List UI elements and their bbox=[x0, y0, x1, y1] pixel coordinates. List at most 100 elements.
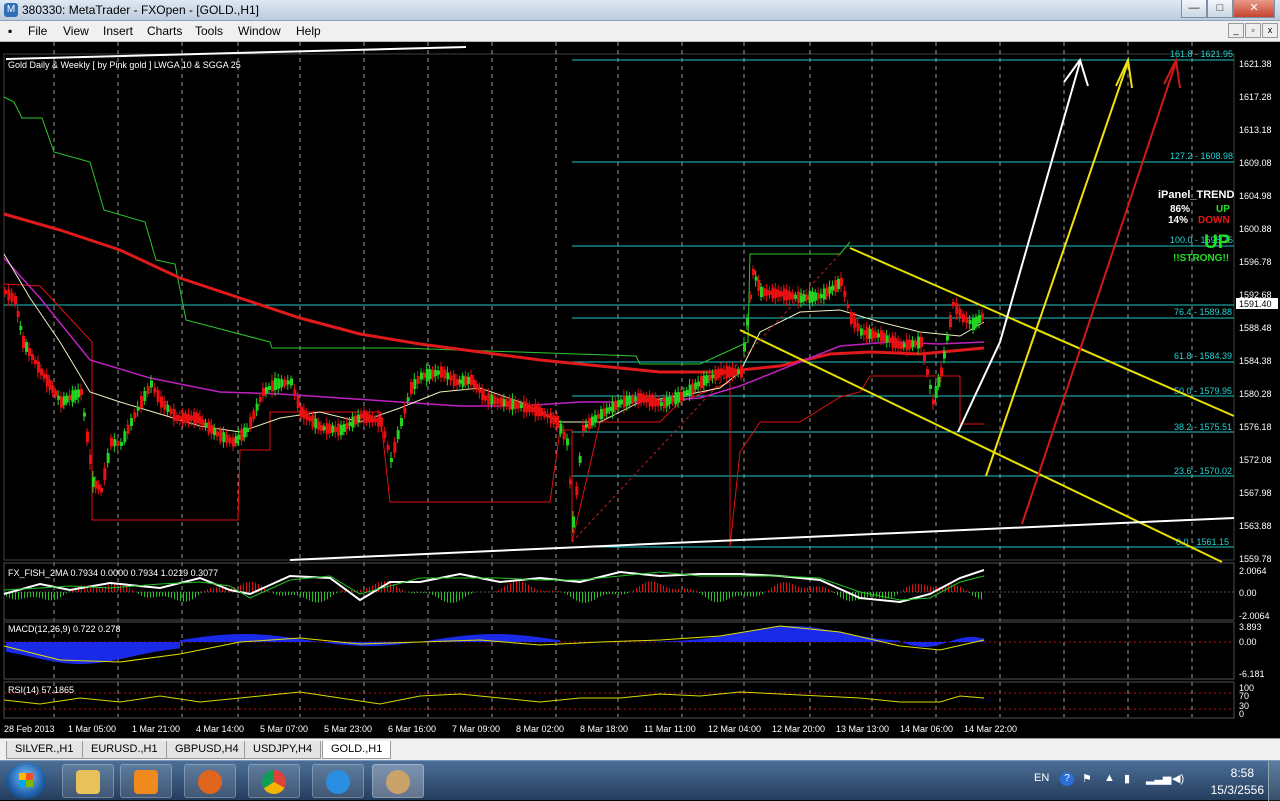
ipanel-down-label: DOWN bbox=[1198, 215, 1230, 226]
folder-icon bbox=[76, 770, 100, 794]
time-tick: 11 Mar 11:00 bbox=[644, 724, 696, 734]
tray-arrow-icon[interactable]: ▲ bbox=[1104, 772, 1115, 784]
red-channel-line bbox=[4, 284, 984, 547]
menu-file-icon: ▪ bbox=[8, 24, 12, 38]
time-tick: 4 Mar 14:00 bbox=[196, 724, 244, 734]
time-tick: 12 Mar 04:00 bbox=[708, 724, 761, 734]
fibo-label-161: 161.8 - 1621.95 bbox=[1170, 49, 1233, 59]
price-tick: 1588.48 bbox=[1239, 323, 1272, 333]
minimize-button[interactable]: — bbox=[1181, 0, 1207, 18]
price-tick: 1609.08 bbox=[1239, 158, 1272, 168]
power-icon[interactable]: ▮ bbox=[1124, 772, 1130, 785]
current-price-label: 1591.40 bbox=[1239, 299, 1272, 309]
macd-panel-frame bbox=[4, 622, 1234, 679]
time-tick: 5 Mar 07:00 bbox=[260, 724, 308, 734]
price-tick: 1621.38 bbox=[1239, 59, 1272, 69]
show-desktop-button[interactable] bbox=[1268, 761, 1280, 801]
chart-header: Gold Daily & Weekly [ by Pink gold ] LWG… bbox=[8, 60, 241, 70]
mdi-minimize-button[interactable]: _ bbox=[1228, 23, 1244, 38]
taskbar-media-player[interactable] bbox=[120, 764, 172, 798]
taskbar-metatrader[interactable] bbox=[372, 764, 424, 798]
windows-taskbar: EN ? ⚑ ▲ ▮ ▂▃▅ ◀) 8:58 15/3/2556 bbox=[0, 760, 1280, 800]
clock-date[interactable]: 15/3/2556 bbox=[1211, 783, 1264, 797]
price-tick: 1576.18 bbox=[1239, 422, 1272, 432]
time-tick: 14 Mar 06:00 bbox=[900, 724, 953, 734]
media-player-icon bbox=[134, 770, 158, 794]
fish-indicator-label: FX_FISH_2MA 0.7934 0.0000 0.7934 1.0219 … bbox=[8, 568, 218, 578]
menu-tools[interactable]: Tools bbox=[195, 24, 223, 38]
green-channel-line bbox=[4, 97, 850, 364]
tab-usdjpy[interactable]: USDJPY,H4 bbox=[244, 741, 321, 759]
chart-canvas[interactable]: 161.8 - 1621.95 127.2 - 1608.98 100.0 - … bbox=[0, 42, 1280, 738]
time-tick: 8 Mar 02:00 bbox=[516, 724, 564, 734]
price-axis: 1621.38 1617.28 1613.18 1609.08 1604.98 … bbox=[1239, 59, 1272, 564]
volume-icon[interactable]: ◀) bbox=[1172, 772, 1184, 785]
maximize-button[interactable]: □ bbox=[1207, 0, 1233, 18]
price-tick: 1567.98 bbox=[1239, 488, 1272, 498]
menu-insert[interactable]: Insert bbox=[103, 24, 133, 38]
menu-file[interactable]: File bbox=[28, 24, 47, 38]
taskbar-internet-explorer[interactable] bbox=[312, 764, 364, 798]
fish-axis-bottom: -2.0064 bbox=[1239, 611, 1270, 621]
projection-arrows bbox=[958, 60, 1180, 524]
rsi-axis-0: 0 bbox=[1239, 709, 1244, 719]
time-tick: 12 Mar 20:00 bbox=[772, 724, 825, 734]
rsi-line bbox=[4, 692, 984, 704]
ipanel-trend-widget: iPanel_TREND 86% UP 14% DOWN UP !!STRONG… bbox=[1158, 189, 1234, 264]
taskbar-file-explorer[interactable] bbox=[62, 764, 114, 798]
fibonacci-labels: 161.8 - 1621.95 127.2 - 1608.98 100.0 - … bbox=[1170, 49, 1233, 547]
menu-bar: ▪ File View Insert Charts Tools Window H… bbox=[0, 21, 1280, 42]
ipanel-big-label: UP bbox=[1204, 232, 1231, 253]
internet-explorer-icon bbox=[326, 770, 350, 794]
fibo-label-76: 76.4 - 1589.88 bbox=[1174, 307, 1232, 317]
taskbar-firefox[interactable] bbox=[184, 764, 236, 798]
ipanel-down-pct: 14% bbox=[1168, 215, 1188, 226]
rsi-indicator-label: RSI(14) 57.1865 bbox=[8, 685, 74, 695]
macd-axis-top: 3.893 bbox=[1239, 622, 1262, 632]
mdi-restore-button[interactable]: ▫ bbox=[1245, 23, 1261, 38]
network-icon[interactable]: ▂▃▅ bbox=[1146, 772, 1171, 785]
price-tick: 1572.08 bbox=[1239, 455, 1272, 465]
firefox-icon bbox=[198, 770, 222, 794]
chart-window[interactable]: 161.8 - 1621.95 127.2 - 1608.98 100.0 - … bbox=[0, 42, 1280, 738]
time-tick: 13 Mar 13:00 bbox=[836, 724, 889, 734]
menu-window[interactable]: Window bbox=[238, 24, 281, 38]
language-indicator[interactable]: EN bbox=[1034, 772, 1049, 784]
metatrader-icon bbox=[386, 770, 410, 794]
ipanel-up-label: UP bbox=[1216, 204, 1230, 215]
chrome-icon bbox=[262, 770, 286, 794]
time-tick: 14 Mar 22:00 bbox=[964, 724, 1017, 734]
fibo-label-23: 23.6 - 1570.02 bbox=[1174, 466, 1232, 476]
tray-flag-icon[interactable]: ⚑ bbox=[1082, 772, 1092, 785]
price-tick: 1580.28 bbox=[1239, 389, 1272, 399]
macd-indicator-label: MACD(12,26,9) 0.722 0.278 bbox=[8, 624, 121, 634]
help-icon[interactable]: ? bbox=[1060, 772, 1074, 786]
time-tick: 5 Mar 23:00 bbox=[324, 724, 372, 734]
tab-gbpusd[interactable]: GBPUSD,H4 bbox=[166, 741, 248, 759]
fish-axis-top: 2.0064 bbox=[1239, 566, 1267, 576]
system-tray: EN ? ⚑ ▲ ▮ ▂▃▅ ◀) 8:58 15/3/2556 bbox=[1000, 761, 1280, 801]
macd-axis-mid: 0.00 bbox=[1239, 637, 1257, 647]
taskbar-chrome[interactable] bbox=[248, 764, 300, 798]
price-tick: 1604.98 bbox=[1239, 191, 1272, 201]
price-tick: 1584.38 bbox=[1239, 356, 1272, 366]
ipanel-strong-label: !!STRONG!! bbox=[1173, 253, 1229, 264]
tab-gold[interactable]: GOLD.,H1 bbox=[322, 741, 391, 759]
time-tick: 1 Mar 05:00 bbox=[68, 724, 116, 734]
menu-charts[interactable]: Charts bbox=[147, 24, 182, 38]
macd-axis-bottom: -6.181 bbox=[1239, 669, 1265, 679]
start-button[interactable] bbox=[6, 763, 46, 799]
price-tick: 1617.28 bbox=[1239, 92, 1272, 102]
menu-view[interactable]: View bbox=[63, 24, 89, 38]
clock-time[interactable]: 8:58 bbox=[1231, 766, 1254, 780]
moving-average-red bbox=[4, 214, 984, 372]
mdi-close-button[interactable]: x bbox=[1262, 23, 1278, 38]
ipanel-title: iPanel_TREND bbox=[1158, 189, 1234, 201]
tab-eurusd[interactable]: EURUSD.,H1 bbox=[82, 741, 167, 759]
time-tick: 6 Mar 16:00 bbox=[388, 724, 436, 734]
tab-silver[interactable]: SILVER.,H1 bbox=[6, 741, 83, 759]
price-tick: 1596.78 bbox=[1239, 257, 1272, 267]
rsi-axis-70: 70 bbox=[1239, 691, 1249, 701]
menu-help[interactable]: Help bbox=[296, 24, 321, 38]
close-button[interactable]: ✕ bbox=[1233, 0, 1275, 18]
